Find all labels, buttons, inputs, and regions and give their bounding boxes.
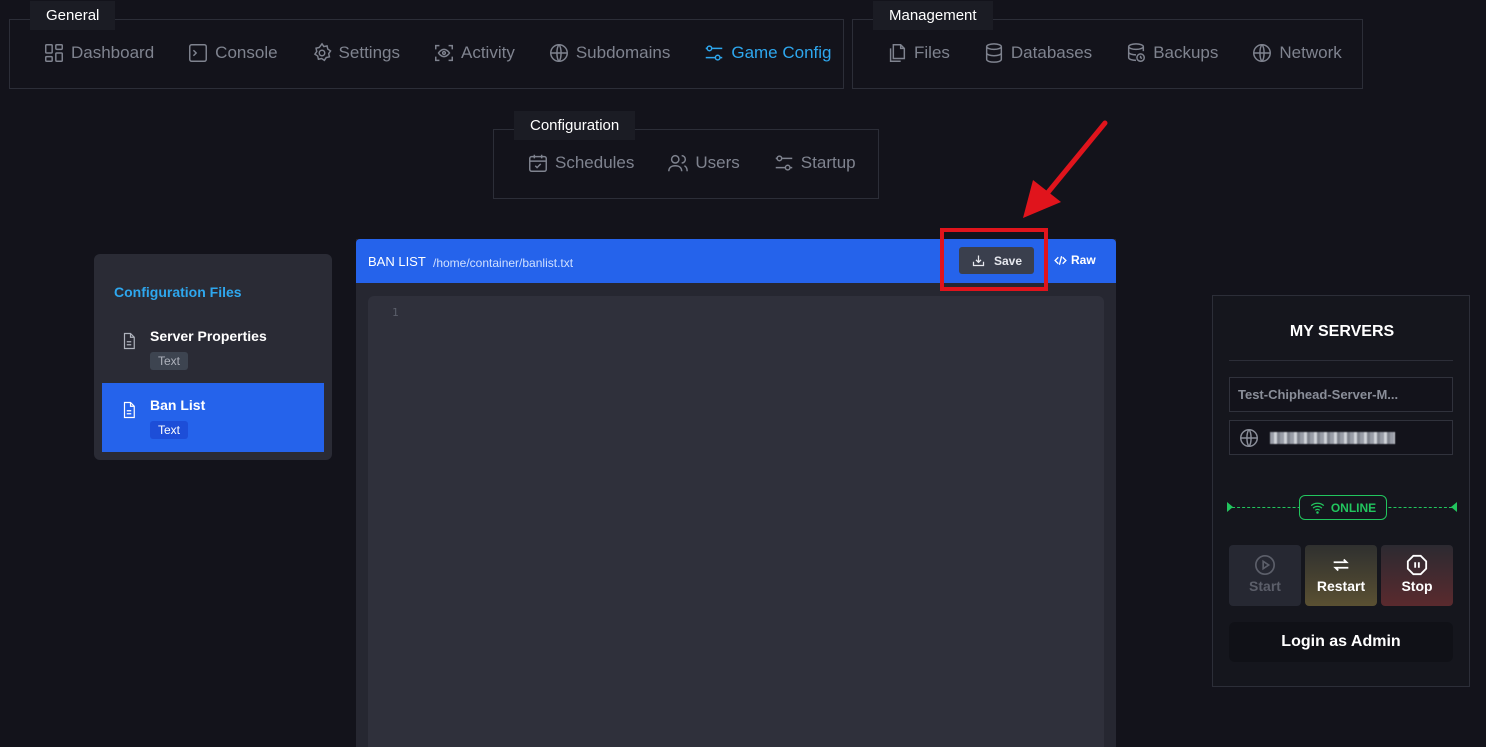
- nav-item-game-config[interactable]: Game Config: [703, 42, 832, 64]
- nav-item-network[interactable]: Network: [1251, 42, 1342, 64]
- nav-item-label: Files: [914, 43, 950, 62]
- line-number: 1: [392, 306, 399, 319]
- nav-item-label: Activity: [460, 43, 515, 62]
- start-button[interactable]: Start: [1229, 545, 1301, 606]
- nav-item-console[interactable]: Console: [187, 42, 278, 64]
- config-file-name: Server Properties: [150, 328, 267, 344]
- save-button-label: Save: [993, 253, 1023, 268]
- server-address-field[interactable]: [1229, 420, 1453, 455]
- nav-item-label: Databases: [1010, 43, 1093, 62]
- nav-item-label: Dashboard: [71, 43, 155, 62]
- nav-item-label: Backups: [1153, 43, 1219, 62]
- nav-group-management: Management Files Databases Backups Netwo…: [852, 1, 1363, 89]
- save-icon: [972, 255, 985, 267]
- code-icon: [1054, 255, 1067, 265]
- status-badge: ONLINE: [1299, 495, 1387, 520]
- nav-item-subdomains[interactable]: Subdomains: [548, 42, 671, 64]
- restart-button-label: Restart: [1316, 578, 1366, 594]
- gear-icon: [313, 42, 332, 62]
- console-icon: [189, 44, 208, 62]
- nav-item-label: Game Config: [731, 43, 832, 62]
- nav-group-title: Configuration: [514, 111, 636, 140]
- nav-item-label: Settings: [338, 43, 400, 62]
- nav-item-startup[interactable]: Startup: [773, 152, 856, 174]
- nav-item-databases[interactable]: Databases: [983, 42, 1092, 64]
- my-servers-title: MY SERVERS: [1289, 323, 1395, 340]
- status-line-right-marker: [1451, 502, 1457, 512]
- server-name-field[interactable]: Test-Chiphead-Server-M...: [1229, 377, 1453, 412]
- code-editor-area[interactable]: 1: [368, 296, 1104, 747]
- stop-button[interactable]: Stop: [1381, 545, 1453, 606]
- raw-button[interactable]: Raw: [1054, 253, 1096, 267]
- globe-icon: [549, 44, 568, 62]
- file-type-badge: Text: [150, 421, 189, 439]
- start-button-label: Start: [1249, 578, 1281, 594]
- nav-item-label: Network: [1279, 43, 1342, 62]
- backup-icon: [1128, 43, 1146, 62]
- nav-item-activity[interactable]: Activity: [433, 42, 515, 64]
- users-icon: [668, 154, 689, 172]
- sliders-icon: [706, 45, 723, 61]
- nav-item-label: Schedules: [555, 153, 635, 172]
- nav-item-files[interactable]: Files: [886, 42, 950, 64]
- config-files-panel: Configuration Files Server Properties Te…: [94, 254, 332, 460]
- dashboard-icon: [45, 44, 63, 62]
- file-icon: [123, 401, 135, 419]
- file-editor: BAN LIST /home/container/banlist.txt Sav…: [356, 239, 1116, 747]
- eye-icon: [435, 44, 453, 62]
- nav-item-users[interactable]: Users: [667, 152, 740, 174]
- config-files-title: Configuration Files: [114, 284, 242, 300]
- editor-title: BAN LIST: [368, 254, 426, 269]
- calendar-icon: [529, 154, 547, 172]
- config-file-ban-list[interactable]: Ban List Text: [102, 383, 324, 452]
- status-line-left-marker: [1227, 502, 1233, 512]
- nav-group-general: General Dashboard Console Settings Activ…: [9, 1, 844, 89]
- login-as-admin-button[interactable]: Login as Admin: [1229, 622, 1453, 662]
- nav-item-label: Startup: [800, 153, 856, 172]
- nav-item-label: Console: [215, 43, 278, 62]
- my-servers-panel: MY SERVERS Test-Chiphead-Server-M... ONL…: [1212, 295, 1470, 687]
- stop-icon: [1406, 554, 1428, 576]
- editor-file-path: /home/container/banlist.txt: [433, 256, 574, 270]
- play-icon: [1255, 555, 1275, 575]
- database-icon: [985, 43, 1002, 63]
- sliders-icon: [775, 155, 793, 171]
- divider: [1229, 360, 1453, 361]
- globe-icon: [1240, 429, 1258, 447]
- editor-header: BAN LIST /home/container/banlist.txt Sav…: [356, 239, 1116, 283]
- config-file-server-properties[interactable]: Server Properties Text: [102, 314, 324, 383]
- nav-group-configuration: Configuration Schedules Users Startup: [493, 111, 879, 199]
- config-file-name: Ban List: [150, 397, 206, 413]
- files-icon: [889, 44, 906, 62]
- raw-button-label: Raw: [1071, 253, 1096, 267]
- restart-icon: [1333, 558, 1349, 572]
- nav-item-label: Users: [695, 153, 740, 172]
- stop-button-label: Stop: [1401, 578, 1433, 594]
- nav-item-label: Subdomains: [575, 43, 671, 62]
- redacted-address: [1270, 432, 1395, 444]
- wifi-icon: [1310, 502, 1324, 514]
- annotation-arrow: [1023, 120, 1108, 218]
- nav-group-title: General: [30, 1, 116, 30]
- status-text: ONLINE: [1330, 500, 1377, 515]
- nav-item-schedules[interactable]: Schedules: [527, 152, 634, 174]
- nav-item-dashboard[interactable]: Dashboard: [43, 42, 154, 64]
- nav-item-backups[interactable]: Backups: [1125, 42, 1218, 64]
- restart-button[interactable]: Restart: [1305, 545, 1377, 606]
- nav-group-title: Management: [873, 1, 993, 30]
- save-button[interactable]: Save: [959, 247, 1034, 274]
- nav-item-settings[interactable]: Settings: [311, 42, 400, 64]
- globe-icon: [1253, 44, 1272, 62]
- file-type-badge: Text: [150, 352, 189, 370]
- file-icon: [123, 332, 135, 350]
